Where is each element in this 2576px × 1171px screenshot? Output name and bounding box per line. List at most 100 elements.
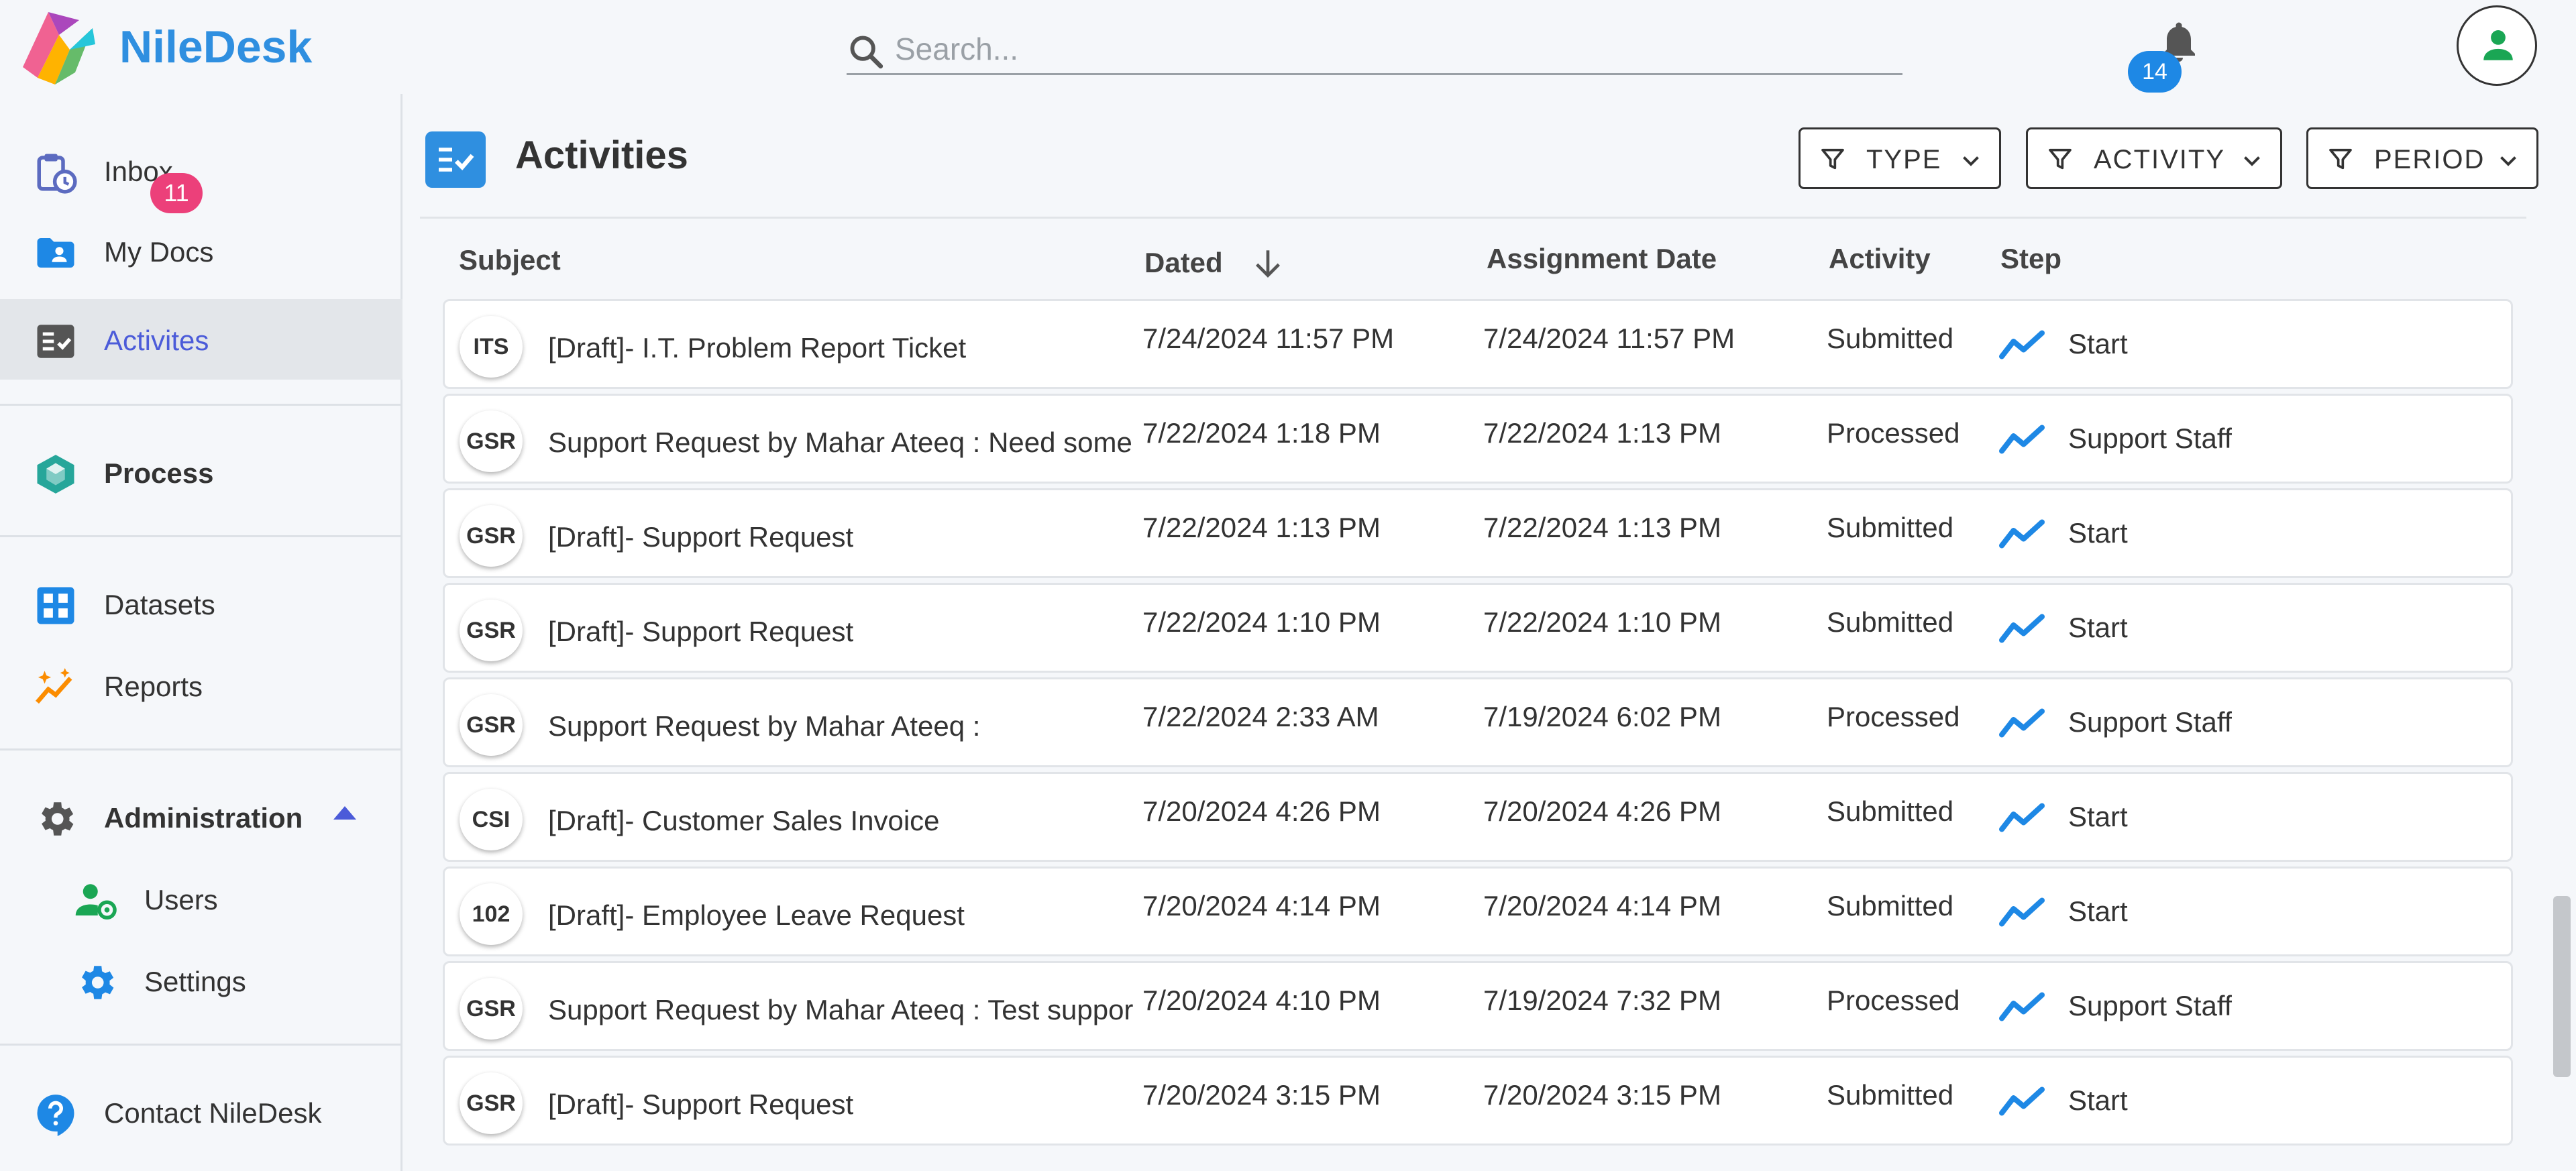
assignment-date-cell: 7/19/2024 6:02 PM (1483, 701, 1721, 732)
search-bar[interactable] (847, 25, 1902, 75)
dated-cell: 7/22/2024 1:10 PM (1142, 606, 1381, 638)
column-header-assignment-date[interactable]: Assignment Date (1487, 241, 1717, 276)
column-header-subject[interactable]: Subject (459, 243, 561, 278)
table-row[interactable]: ITS [Draft]- I.T. Problem Report Ticket 7/… (443, 299, 2513, 389)
subject-cell[interactable]: [Draft]- Employee Leave Request (548, 898, 1133, 933)
table-row[interactable]: GSR Support Request by Mahar Ateeq : Test… (443, 961, 2513, 1051)
sidebar-item-activites[interactable]: Activites (0, 299, 402, 380)
type-code-chip: GSR (460, 505, 523, 567)
activity-cell: Submitted (1827, 512, 1954, 543)
column-header-step[interactable]: Step (2000, 241, 2061, 276)
filter-icon (1821, 148, 1844, 170)
subject-cell[interactable]: Support Request by Mahar Ateeq : (548, 709, 1133, 744)
table-row[interactable]: GSR Support Request by Mahar Ateeq : 7/22/… (443, 677, 2513, 767)
subject-cell[interactable]: Support Request by Mahar Ateeq : Test su… (548, 993, 1133, 1027)
sidebar-divider (0, 535, 402, 537)
sidebar-item-inbox[interactable]: Inbox 11 (0, 130, 402, 213)
activity-cell: Processed (1827, 701, 1960, 732)
step-trend-icon (1998, 1084, 2045, 1118)
dated-cell: 7/22/2024 1:13 PM (1142, 512, 1381, 543)
sidebar-item-datasets[interactable]: Datasets (0, 563, 402, 644)
activity-cell: Submitted (1827, 890, 1954, 922)
sidebar-item-label: Activites (104, 325, 209, 356)
table-row[interactable]: GSR [Draft]- Support Request 7/22/2024 1:1… (443, 583, 2513, 673)
sidebar-item-reports[interactable]: Reports (0, 645, 402, 726)
sidebar-item-label: My Docs (104, 236, 214, 268)
sidebar: Inbox 11 My Docs Activites Process Datas… (0, 94, 402, 1171)
activity-cell: Processed (1827, 985, 1960, 1016)
help-chat-icon (37, 1095, 74, 1136)
table-row[interactable]: 102 [Draft]- Employee Leave Request 7/20/2… (443, 867, 2513, 956)
sidebar-item-label: Contact NileDesk (104, 1097, 322, 1129)
type-code-chip: GSR (460, 978, 523, 1040)
brand-name[interactable]: NileDesk (119, 20, 312, 74)
type-code-chip: GSR (460, 694, 523, 756)
dated-cell: 7/22/2024 1:18 PM (1142, 417, 1381, 449)
type-code-chip: GSR (460, 600, 523, 661)
sidebar-item-contact[interactable]: Contact NileDesk (0, 1072, 402, 1152)
dated-cell: 7/20/2024 4:14 PM (1142, 890, 1381, 922)
type-filter-button[interactable]: TYPE (1799, 127, 2001, 189)
activity-cell: Submitted (1827, 606, 1954, 638)
assignment-date-cell: 7/22/2024 1:13 PM (1483, 417, 1721, 449)
sort-arrow-down-icon[interactable] (1249, 244, 1287, 282)
subject-cell[interactable]: [Draft]- I.T. Problem Report Ticket (548, 331, 1133, 366)
activity-cell: Submitted (1827, 323, 1954, 354)
subject-cell[interactable]: Support Request by Mahar Ateeq : Need so… (548, 425, 1133, 460)
subject-cell[interactable]: [Draft]- Support Request (548, 1087, 1133, 1122)
activity-cell: Submitted (1827, 795, 1954, 827)
table-row[interactable]: CSI [Draft]- Customer Sales Invoice 7/20/2… (443, 772, 2513, 862)
table-row[interactable]: GSR [Draft]- Support Request 7/20/2024 3:1… (443, 1056, 2513, 1146)
activities-icon (425, 131, 486, 188)
dated-cell: 7/22/2024 2:33 AM (1142, 701, 1379, 732)
dated-cell: 7/20/2024 4:10 PM (1142, 985, 1381, 1016)
search-input[interactable] (895, 25, 1894, 72)
sidebar-item-label: Administration (104, 802, 303, 834)
collapse-caret-icon[interactable] (333, 806, 356, 820)
step-cell: Start (2068, 612, 2128, 643)
type-code-chip: 102 (460, 883, 523, 945)
step-trend-icon (1998, 895, 2045, 929)
type-code-chip: GSR (460, 1072, 523, 1134)
column-header-dated[interactable]: Dated (1144, 245, 1223, 280)
sidebar-item-process[interactable]: Process (0, 432, 402, 512)
assignment-date-cell: 7/22/2024 1:13 PM (1483, 512, 1721, 543)
sidebar-item-label: Datasets (104, 589, 215, 620)
dated-cell: 7/20/2024 3:15 PM (1142, 1079, 1381, 1111)
subject-cell[interactable]: [Draft]- Support Request (548, 614, 1133, 649)
page-header: Activities TYPE ACTIVITY PERIOD (420, 94, 2538, 219)
column-header-activity[interactable]: Activity (1829, 241, 1931, 276)
period-filter-button[interactable]: PERIOD (2306, 127, 2538, 189)
step-trend-icon (1998, 328, 2045, 361)
table-row[interactable]: GSR Support Request by Mahar Ateeq : Need… (443, 394, 2513, 484)
sidebar-divider (0, 404, 402, 406)
step-trend-icon (1998, 990, 2045, 1023)
subject-cell[interactable]: [Draft]- Support Request (548, 520, 1133, 555)
step-cell: Start (2068, 801, 2128, 832)
sidebar-item-my-docs[interactable]: My Docs (0, 211, 402, 291)
user-icon (2483, 30, 2513, 60)
main-content: Activities TYPE ACTIVITY PERIOD Subject … (420, 94, 2567, 1171)
grid-icon (37, 587, 74, 624)
step-cell: Start (2068, 1084, 2128, 1116)
search-icon (850, 36, 883, 69)
type-code-chip: ITS (460, 316, 523, 378)
niledesk-logo-icon[interactable] (17, 8, 97, 86)
sidebar-item-users[interactable]: Users (0, 858, 402, 939)
type-code-chip: CSI (460, 789, 523, 850)
avatar[interactable] (2457, 5, 2537, 86)
gear-icon (42, 802, 74, 836)
table-row[interactable]: GSR [Draft]- Support Request 7/22/2024 1:1… (443, 488, 2513, 578)
dated-cell: 7/20/2024 4:26 PM (1142, 795, 1381, 827)
step-trend-icon (1998, 423, 2045, 456)
step-cell: Support Staff (2068, 706, 2233, 738)
sidebar-divider (0, 748, 402, 750)
subject-cell[interactable]: [Draft]- Customer Sales Invoice (548, 803, 1133, 838)
activity-filter-button[interactable]: ACTIVITY (2026, 127, 2282, 189)
sidebar-item-label: Reports (104, 671, 203, 702)
step-cell: Start (2068, 517, 2128, 549)
vertical-scrollbar[interactable] (2553, 896, 2571, 1077)
sidebar-item-settings[interactable]: Settings (0, 940, 402, 1021)
assignment-date-cell: 7/20/2024 3:15 PM (1483, 1079, 1721, 1111)
assignment-date-cell: 7/20/2024 4:14 PM (1483, 890, 1721, 922)
